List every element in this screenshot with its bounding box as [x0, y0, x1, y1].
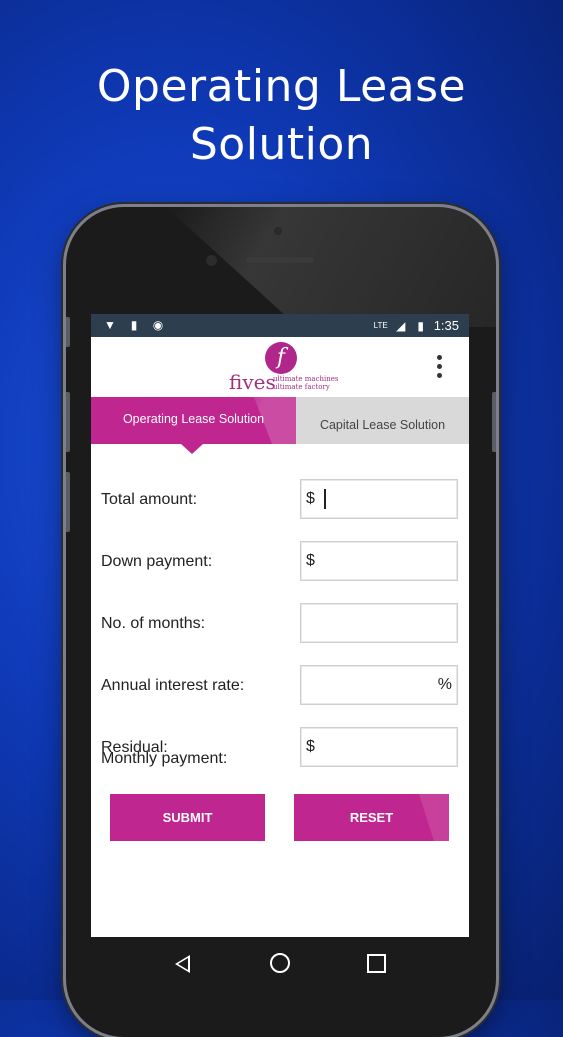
lease-form: Total amount: $ Down payment: $ No. of m… — [91, 444, 469, 874]
form-actions: SUBMIT RESET — [91, 794, 469, 874]
total-amount-input[interactable]: $ — [300, 479, 458, 519]
volume-down-button — [66, 472, 70, 532]
interest-rate-input[interactable]: % — [300, 665, 458, 705]
fives-logo: f fives ultimate machines ultimate facto… — [229, 342, 339, 394]
down-payment-input[interactable]: $ — [300, 541, 458, 581]
front-camera — [206, 255, 217, 266]
tab-operating-lease[interactable]: Operating Lease Solution — [91, 397, 296, 454]
interest-rate-label: Annual interest rate: — [101, 677, 245, 694]
months-label: No. of months: — [101, 615, 206, 632]
percent-suffix: % — [437, 676, 452, 693]
lte-label: LTE — [373, 320, 388, 330]
total-amount-label: Total amount: — [101, 491, 198, 508]
form-row-months: No. of months: — [91, 603, 469, 665]
headline-line-1: Operating Lease — [96, 61, 467, 112]
headline-line-2: Solution — [189, 119, 374, 170]
residual-input[interactable]: $ — [300, 727, 458, 767]
currency-prefix: $ — [306, 552, 315, 569]
earpiece-speaker — [246, 257, 314, 263]
logo-tagline: ultimate machines ultimate factory — [273, 375, 339, 391]
app-screen: ▼ ▮ ◉ LTE ◢ ▮ 1:35 f fives ultimate mach… — [91, 314, 469, 937]
logo-tagline-1: ultimate machines — [273, 375, 339, 383]
clock: 1:35 — [433, 318, 459, 333]
wifi-icon: ▼ — [104, 318, 116, 332]
phone-glare — [166, 207, 496, 327]
tab-label: Capital Lease Solution — [319, 418, 446, 432]
text-cursor — [324, 489, 326, 509]
reset-label: RESET — [349, 810, 394, 825]
logo-wordmark: fives — [229, 370, 276, 394]
battery-icon: ▮ — [417, 318, 424, 333]
lease-tabs: Operating Lease Solution Capital Lease S… — [91, 397, 469, 454]
front-sensor — [274, 227, 282, 235]
volume-up-button — [66, 392, 70, 452]
form-row-interest-rate: Annual interest rate: % — [91, 665, 469, 727]
phone-frame: ▼ ▮ ◉ LTE ◢ ▮ 1:35 f fives ultimate mach… — [66, 207, 496, 1037]
recent-apps-icon[interactable] — [367, 954, 386, 973]
submit-label: SUBMIT — [162, 810, 213, 825]
currency-prefix: $ — [306, 490, 315, 507]
form-row-total-amount: Total amount: $ — [91, 479, 469, 541]
mute-switch — [66, 317, 70, 347]
overflow-menu-icon[interactable] — [435, 355, 443, 381]
signal-icon: ◢ — [396, 318, 406, 333]
months-input[interactable] — [300, 603, 458, 643]
reset-button[interactable]: RESET — [294, 794, 449, 841]
currency-prefix: $ — [306, 738, 315, 755]
sync-icon: ◉ — [152, 318, 164, 332]
monthly-payment-label: Monthly payment: — [101, 750, 228, 767]
tab-label: Operating Lease Solution — [122, 412, 265, 426]
system-nav-bar — [91, 937, 469, 989]
sd-card-icon: ▮ — [130, 318, 138, 332]
power-button — [492, 392, 496, 452]
home-icon[interactable] — [270, 953, 290, 973]
app-bar: f fives ultimate machines ultimate facto… — [91, 337, 469, 397]
tab-capital-lease[interactable]: Capital Lease Solution — [296, 397, 469, 444]
form-row-down-payment: Down payment: $ — [91, 541, 469, 603]
status-bar: ▼ ▮ ◉ LTE ◢ ▮ 1:35 — [91, 314, 469, 337]
logo-tagline-2: ultimate factory — [273, 383, 330, 391]
promo-headline: Operating Lease Solution — [0, 58, 563, 174]
submit-button[interactable]: SUBMIT — [110, 794, 265, 841]
down-payment-label: Down payment: — [101, 553, 213, 570]
back-icon-inner — [178, 958, 188, 970]
